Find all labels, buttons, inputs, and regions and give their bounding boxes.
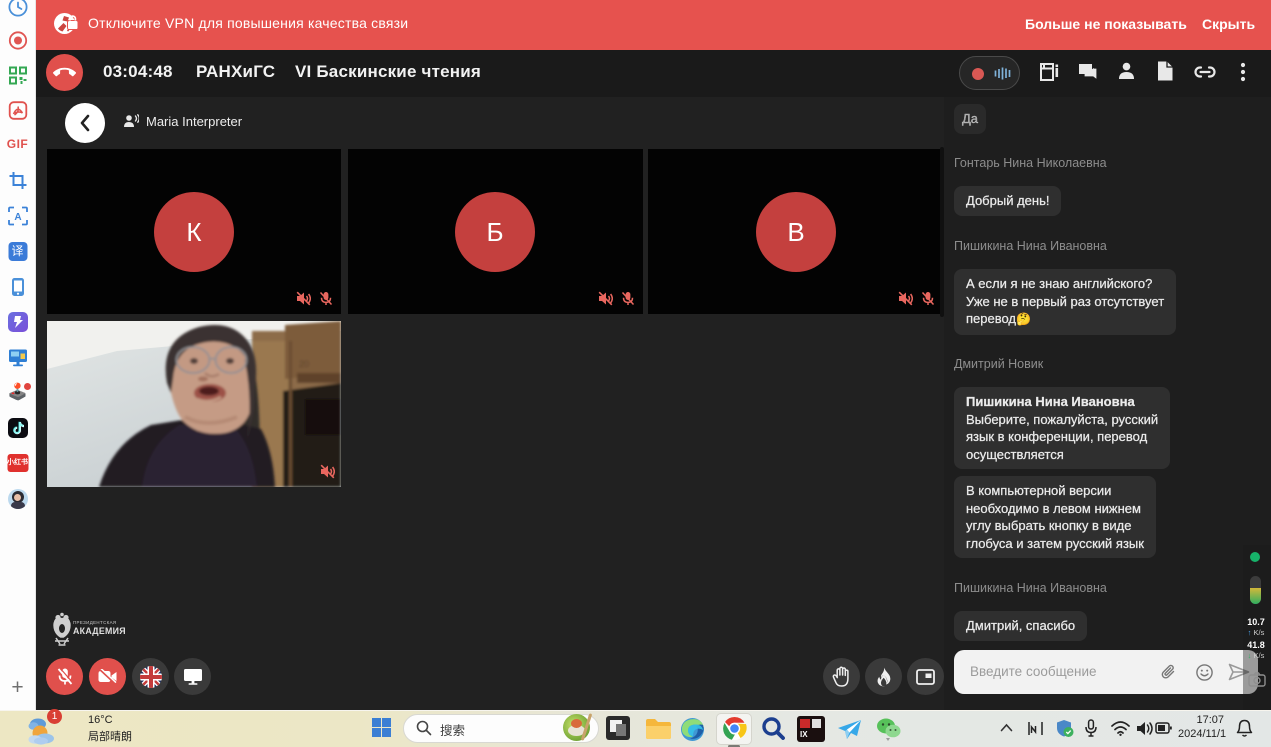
svg-text:A: A [14,212,21,223]
svg-text:20: 20 [299,359,309,369]
